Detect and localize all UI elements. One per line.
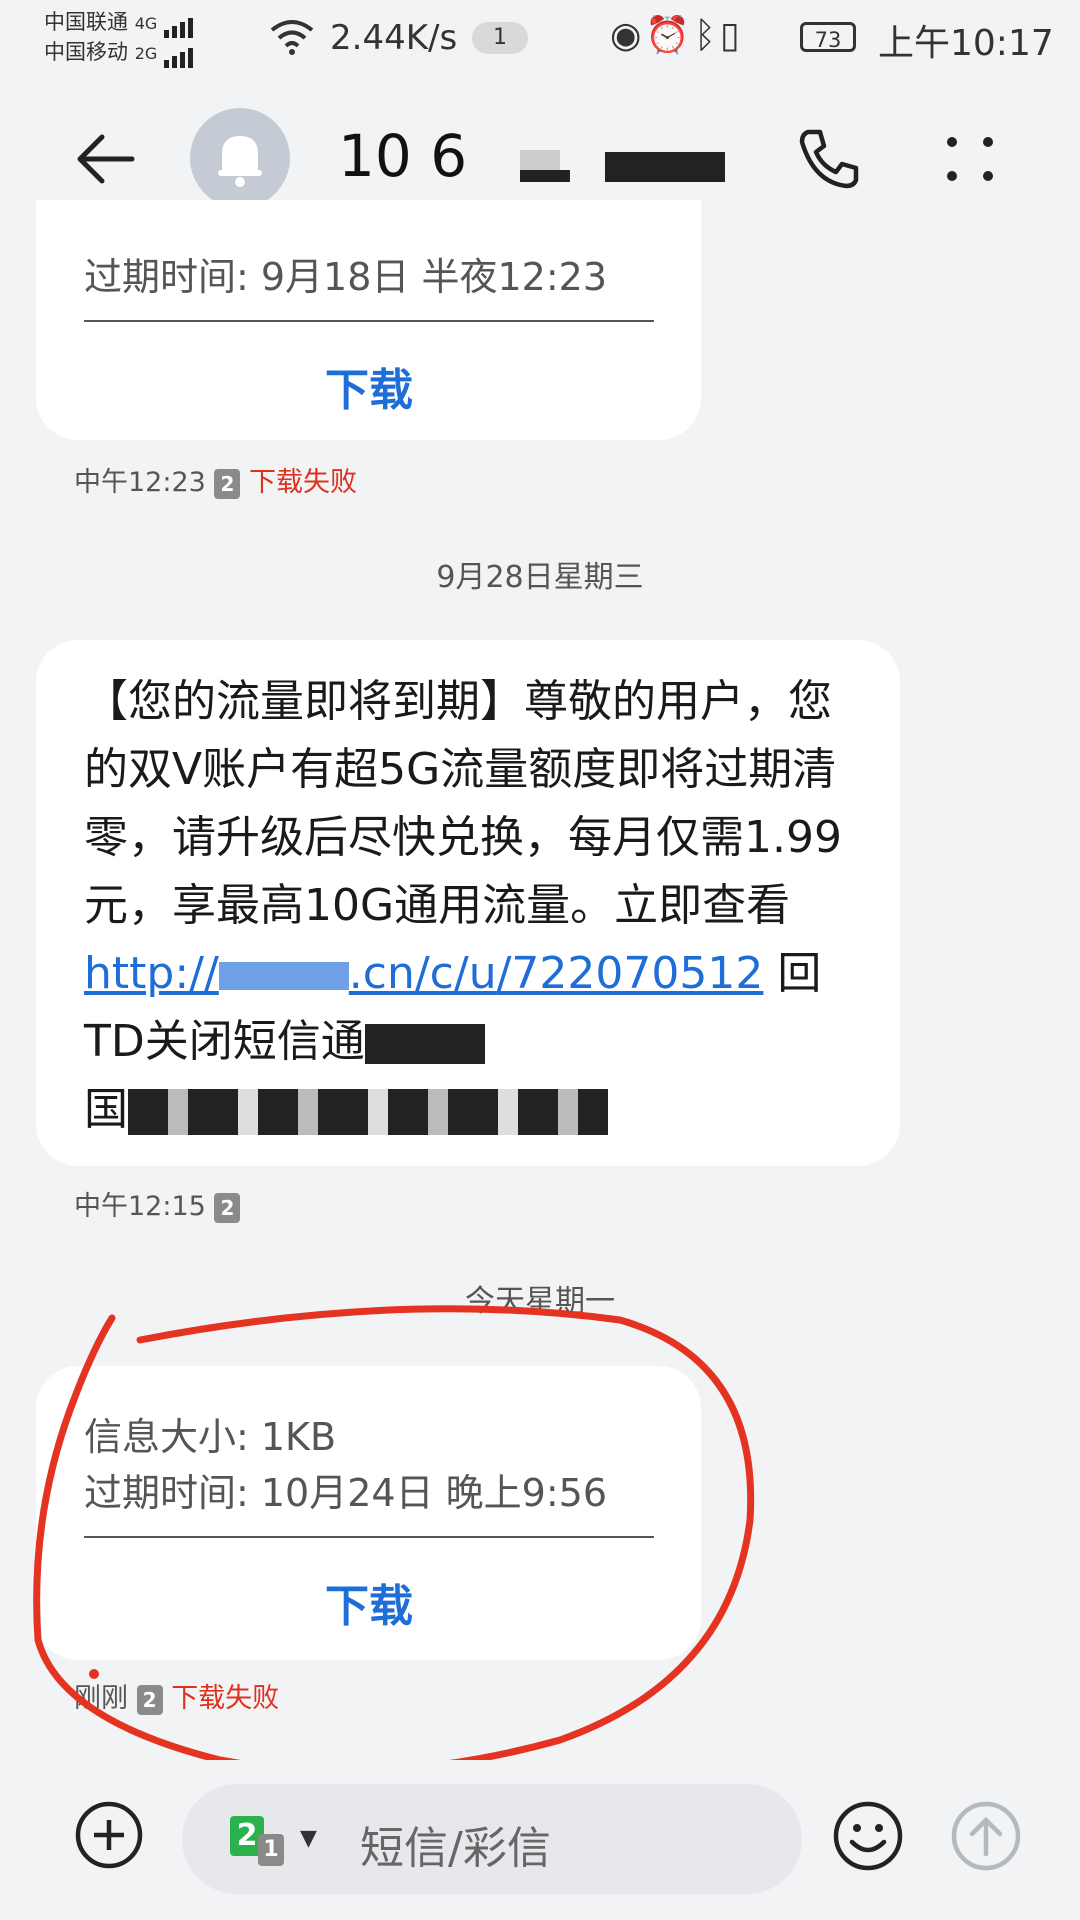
sim-1-badge: 1 xyxy=(258,1834,284,1866)
chevron-down-icon: ▼ xyxy=(300,1826,317,1851)
arrow-up-circle-icon xyxy=(951,1801,1021,1871)
send-button[interactable] xyxy=(950,1800,1022,1872)
add-attachment-button[interactable] xyxy=(74,1800,144,1870)
sim-selector[interactable]: 2 1 ▼ xyxy=(230,1816,330,1868)
annotation-circle xyxy=(33,1305,755,1775)
emoji-button[interactable] xyxy=(832,1800,904,1872)
plus-circle-icon xyxy=(75,1801,143,1869)
smiley-icon xyxy=(833,1801,903,1871)
input-placeholder: 短信/彩信 xyxy=(360,1823,551,1874)
